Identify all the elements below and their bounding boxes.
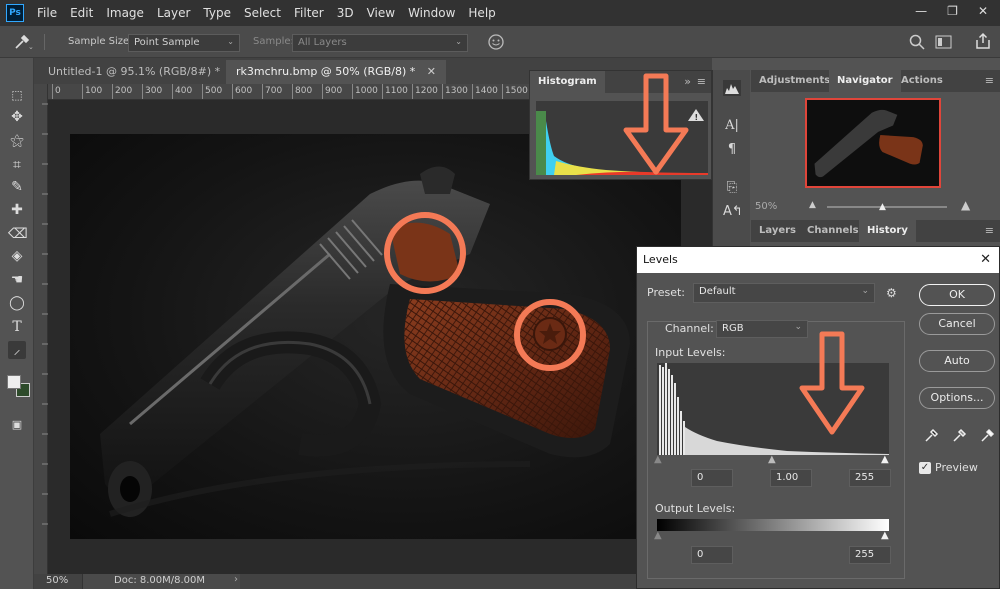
annotation-overlay — [384, 73, 865, 435]
annotation-circle-slide — [384, 212, 466, 294]
annotation-arrow-histogram — [623, 73, 689, 175]
annotation-circle-grip — [514, 299, 586, 371]
annotation-arrow-levels — [799, 331, 865, 435]
